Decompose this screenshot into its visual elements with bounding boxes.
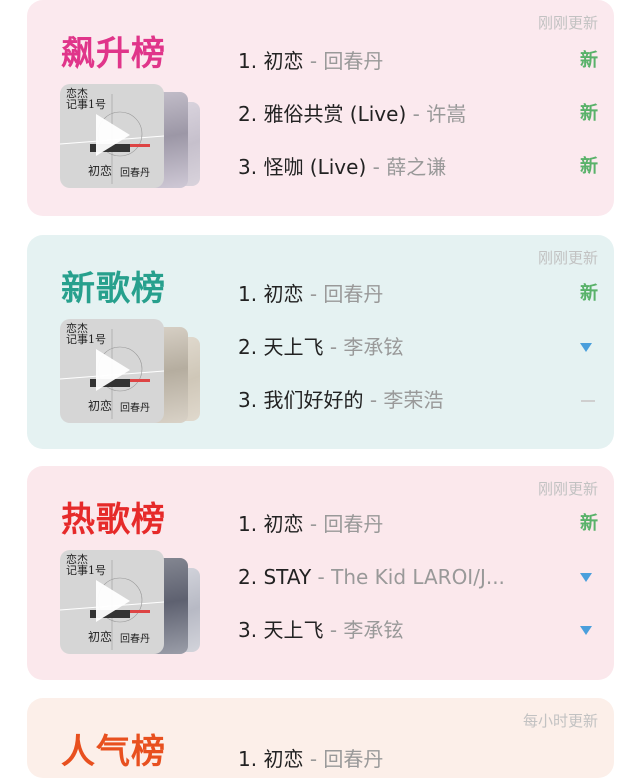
artist-name: 李承铉 xyxy=(343,618,404,642)
song-title: 我们好好的 xyxy=(263,388,364,412)
cover-text: 初恋 xyxy=(88,164,113,178)
new-badge: 新 xyxy=(580,103,598,124)
cover-text: 回春丹 xyxy=(120,403,150,414)
new-badge: 新 xyxy=(580,513,598,534)
chart-card-soaring[interactable]: 刚刚更新 飙升榜 恋杰 记事1号 初恋 回春丹 1. 初恋 - 回春丹 新 2.… xyxy=(27,0,614,216)
song-title: STAY xyxy=(263,565,312,589)
separator: - xyxy=(329,335,344,359)
new-badge: 新 xyxy=(580,283,598,304)
update-status: 刚刚更新 xyxy=(537,14,598,32)
song-title: 初恋 xyxy=(263,282,304,306)
cover-stack[interactable]: 恋杰 记事1号 初恋 回春丹 xyxy=(60,550,200,654)
artist-name: 薛之谦 xyxy=(386,155,447,179)
separator: - xyxy=(309,512,324,536)
separator: - xyxy=(317,565,332,589)
song-row[interactable]: 2. 雅俗共赏 (Live) - 许嵩 新 xyxy=(238,99,598,129)
song-title: 天上飞 xyxy=(263,618,324,642)
rank-number: 3. xyxy=(238,155,264,179)
song-row[interactable]: 3. 天上飞 - 李承铉 xyxy=(238,615,598,645)
album-cover[interactable]: 恋杰 记事1号 初恋 回春丹 xyxy=(60,550,164,654)
separator: - xyxy=(412,102,427,126)
chart-card-new-songs[interactable]: 刚刚更新 新歌榜 恋杰 记事1号 初恋 回春丹 1. 初恋 - 回春丹 新 2.… xyxy=(27,235,614,449)
cover-text: 恋杰 记事1号 xyxy=(66,553,106,577)
chart-title: 热歌榜 xyxy=(61,500,166,540)
rank-down-icon xyxy=(580,573,592,582)
song-title: 初恋 xyxy=(263,512,304,536)
cover-text: 回春丹 xyxy=(120,168,150,179)
rank-down-icon xyxy=(580,626,592,635)
song-row[interactable]: 1. 初恋 - 回春丹 新 xyxy=(238,46,598,76)
album-cover[interactable]: 恋杰 记事1号 初恋 回春丹 xyxy=(60,84,164,188)
song-title: 怪咖 (Live) xyxy=(263,155,367,179)
play-icon[interactable] xyxy=(96,349,130,391)
chart-card-popular[interactable]: 每小时更新 人气榜 1. 初恋 - 回春丹 xyxy=(27,698,614,778)
song-title: 初恋 xyxy=(263,49,304,73)
song-row[interactable]: 2. STAY - The Kid LAROI/J... xyxy=(238,562,598,592)
rank-number: 1. xyxy=(238,49,264,73)
rank-unchanged-icon xyxy=(581,400,595,402)
cover-text: 回春丹 xyxy=(120,634,150,645)
song-title: 天上飞 xyxy=(263,335,324,359)
play-icon[interactable] xyxy=(96,114,130,156)
chart-card-hot-songs[interactable]: 刚刚更新 热歌榜 恋杰 记事1号 初恋 回春丹 1. 初恋 - 回春丹 新 2.… xyxy=(27,466,614,680)
artist-name: The Kid LAROI/J... xyxy=(331,565,505,589)
chart-title: 飙升榜 xyxy=(61,34,166,74)
song-row[interactable]: 3. 我们好好的 - 李荣浩 xyxy=(238,385,598,415)
new-badge: 新 xyxy=(580,50,598,71)
song-row[interactable]: 1. 初恋 - 回春丹 新 xyxy=(238,279,598,309)
artist-name: 回春丹 xyxy=(323,282,384,306)
new-badge: 新 xyxy=(580,156,598,177)
rank-number: 3. xyxy=(238,618,264,642)
album-cover[interactable]: 恋杰 记事1号 初恋 回春丹 xyxy=(60,319,164,423)
rank-number: 2. xyxy=(238,565,264,589)
rank-number: 2. xyxy=(238,102,264,126)
update-status: 刚刚更新 xyxy=(537,480,598,498)
separator: - xyxy=(369,388,384,412)
song-title: 雅俗共赏 (Live) xyxy=(263,102,407,126)
cover-stack[interactable]: 恋杰 记事1号 初恋 回春丹 xyxy=(60,319,200,423)
artist-name: 许嵩 xyxy=(426,102,467,126)
play-icon[interactable] xyxy=(96,580,130,622)
update-status: 每小时更新 xyxy=(522,712,598,730)
rank-number: 2. xyxy=(238,335,264,359)
chart-title: 新歌榜 xyxy=(61,269,166,309)
cover-text: 恋杰 记事1号 xyxy=(66,322,106,346)
rank-number: 1. xyxy=(238,282,264,306)
cover-text: 初恋 xyxy=(88,399,113,413)
chart-list-page: 刚刚更新 飙升榜 恋杰 记事1号 初恋 回春丹 1. 初恋 - 回春丹 新 2.… xyxy=(0,0,641,778)
artist-name: 回春丹 xyxy=(323,512,384,536)
artist-name: 李荣浩 xyxy=(383,388,444,412)
artist-name: 回春丹 xyxy=(323,49,384,73)
cover-stack[interactable]: 恋杰 记事1号 初恋 回春丹 xyxy=(60,84,200,188)
rank-number: 3. xyxy=(238,388,264,412)
rank-number: 1. xyxy=(238,512,264,536)
song-row[interactable]: 2. 天上飞 - 李承铉 xyxy=(238,332,598,362)
rank-down-icon xyxy=(580,343,592,352)
chart-title: 人气榜 xyxy=(61,732,166,772)
song-row[interactable]: 1. 初恋 - 回春丹 xyxy=(238,744,598,774)
separator: - xyxy=(309,49,324,73)
artist-name: 李承铉 xyxy=(343,335,404,359)
separator: - xyxy=(309,282,324,306)
song-row[interactable]: 1. 初恋 - 回春丹 新 xyxy=(238,509,598,539)
separator: - xyxy=(329,618,344,642)
cover-text: 初恋 xyxy=(88,630,113,644)
song-row[interactable]: 3. 怪咖 (Live) - 薛之谦 新 xyxy=(238,152,598,182)
cover-text: 恋杰 记事1号 xyxy=(66,87,106,111)
update-status: 刚刚更新 xyxy=(537,249,598,267)
separator: - xyxy=(372,155,387,179)
